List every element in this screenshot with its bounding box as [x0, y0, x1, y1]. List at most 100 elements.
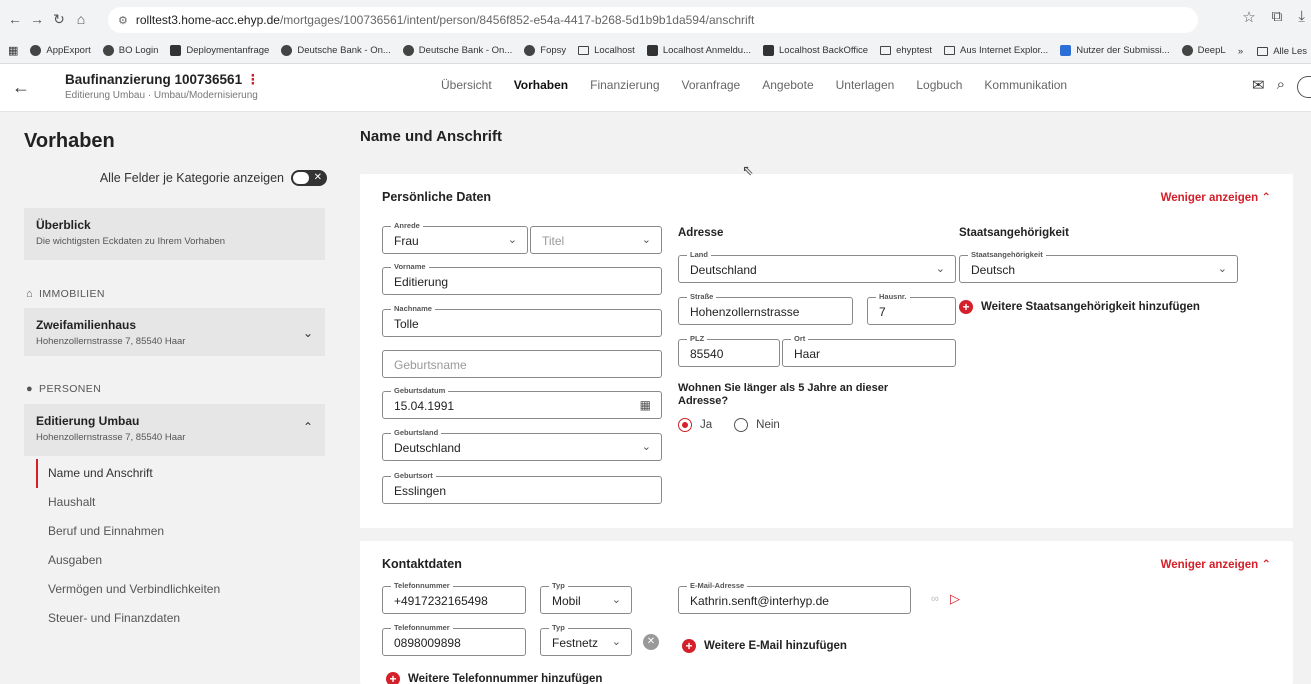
tab-kommunikation[interactable]: Kommunikation — [984, 78, 1067, 92]
all-bookmarks-item[interactable]: Alle Les — [1257, 46, 1307, 57]
app-icon — [646, 45, 658, 56]
bookmark-item[interactable]: DeepL — [1181, 45, 1226, 56]
bookmark-item[interactable]: Deutsche Bank - On... — [402, 45, 512, 56]
download-icon[interactable]: ⤓ — [1298, 8, 1305, 26]
subnav-name-und-anschrift[interactable]: Name und Anschrift — [36, 459, 325, 488]
app-header: ← Baufinanzierung 100736561 ⋮ Editierung … — [0, 64, 1311, 112]
bookmark-item[interactable]: Deutsche Bank - On... — [281, 45, 391, 56]
tab-vorhaben[interactable]: Vorhaben — [514, 78, 568, 92]
anrede-select[interactable]: Anrede Frau ⌄ — [382, 221, 528, 254]
back-arrow-icon[interactable]: ← — [12, 77, 30, 98]
tab-voranfrage[interactable]: Voranfrage — [682, 78, 741, 92]
add-phone-button[interactable]: + Weitere Telefonnummer hinzufügen — [386, 672, 602, 684]
radio-ja[interactable] — [678, 418, 692, 432]
subnav-vermoegen[interactable]: Vermögen und Verbindlichkeiten — [36, 575, 325, 604]
chevron-down-icon[interactable]: ⌄ — [303, 326, 313, 340]
avatar[interactable] — [1297, 76, 1311, 98]
bookmark-item[interactable]: Localhost Anmeldu... — [646, 45, 751, 56]
url-path: /mortgages/100736561/intent/person/8456f… — [279, 13, 755, 27]
tab-angebote[interactable]: Angebote — [762, 78, 813, 92]
back-icon[interactable]: ← — [4, 11, 26, 27]
bookmark-item[interactable]: Localhost — [578, 45, 635, 56]
tab-uebersicht[interactable]: Übersicht — [441, 78, 492, 92]
show-less-link[interactable]: Weniger anzeigen ⌃ — [1161, 190, 1271, 204]
main-content: Name und Anschrift Persönliche Daten Wen… — [343, 112, 1311, 684]
app-icon — [763, 45, 775, 56]
person-subnav: Name und Anschrift Haushalt Beruf und Ei… — [36, 456, 325, 633]
sidebar-title: Vorhaben — [24, 130, 115, 152]
chevron-up-icon[interactable]: ⌃ — [303, 420, 313, 434]
add-nationality-button[interactable]: + Weitere Staatsangehörigkeit hinzufügen — [959, 300, 1200, 314]
nationality-select[interactable]: Staatsangehörigkeit Deutsch ⌄ — [959, 250, 1238, 283]
bookmark-item[interactable]: Fopsy — [524, 45, 566, 56]
strasse-field[interactable]: Straße Hohenzollernstrasse — [678, 292, 853, 325]
tab-finanzierung[interactable]: Finanzierung — [590, 78, 659, 92]
link-icon[interactable]: ∞ — [931, 593, 939, 605]
geburtsland-select[interactable]: Geburtsland Deutschland ⌄ — [382, 428, 662, 461]
calendar-icon[interactable]: ▦ — [640, 398, 651, 412]
mail-icon[interactable]: ✉ — [1252, 76, 1265, 98]
bookmark-item[interactable]: ehyptest — [880, 45, 932, 56]
ort-field[interactable]: Ort Haar — [782, 334, 956, 367]
geburtsort-field[interactable]: Geburtsort Esslingen — [382, 471, 662, 504]
tab-unterlagen[interactable]: Unterlagen — [836, 78, 895, 92]
main-tabs: Übersicht Vorhaben Finanzierung Voranfra… — [441, 78, 1089, 92]
plz-field[interactable]: PLZ 85540 — [678, 334, 780, 367]
bookmark-item[interactable]: Deploymentanfrage — [170, 45, 269, 56]
bookmarks-overflow-button[interactable]: » — [1238, 46, 1243, 57]
land-select[interactable]: Land Deutschland ⌄ — [678, 250, 956, 283]
vorname-field[interactable]: Vorname Editierung — [382, 262, 662, 295]
bookmark-item[interactable]: BO Login — [102, 45, 158, 56]
property-address: Hohenzollernstrasse 7, 85540 Haar — [36, 336, 186, 347]
case-title: Baufinanzierung 100736561 ⋮ — [65, 72, 260, 87]
extensions-icon[interactable]: ⧉ — [1272, 8, 1283, 26]
globe-icon — [402, 45, 414, 56]
show-all-fields-toggle[interactable]: ✕ — [291, 170, 327, 186]
remove-phone-button[interactable]: ✕ — [643, 634, 659, 650]
phone2-field[interactable]: Telefonnummer 0898009898 — [382, 623, 526, 656]
titel-select[interactable]: Titel ⌄ — [530, 226, 662, 254]
radio-nein[interactable] — [734, 418, 749, 432]
mouse-cursor-icon: ⇖ — [742, 162, 754, 178]
subnav-ausgaben[interactable]: Ausgaben — [36, 546, 325, 575]
bookmark-item[interactable]: AppExport — [30, 45, 91, 56]
personal-data-title: Persönliche Daten — [382, 190, 492, 204]
tab-logbuch[interactable]: Logbuch — [916, 78, 962, 92]
phone1-type-select[interactable]: Typ Mobil ⌄ — [540, 581, 632, 614]
subnav-steuer-und-finanzdaten[interactable]: Steuer- und Finanzdaten — [36, 604, 325, 633]
show-all-fields-toggle-row: Alle Felder je Kategorie anzeigen ✕ — [100, 170, 327, 186]
geburtsdatum-field[interactable]: Geburtsdatum 15.04.1991 ▦ — [382, 386, 662, 419]
globe-icon — [102, 45, 114, 56]
person-card[interactable]: Editierung Umbau Hohenzollernstrasse 7, … — [24, 404, 325, 456]
subnav-haushalt[interactable]: Haushalt — [36, 488, 325, 517]
show-less-link[interactable]: Weniger anzeigen ⌃ — [1161, 557, 1271, 571]
app-icon — [1060, 45, 1072, 56]
site-info-icon[interactable]: ⚙ — [118, 14, 128, 27]
address-bar[interactable]: ⚙ rolltest3.home-acc.ehyp.de/mortgages/1… — [108, 7, 1198, 33]
reload-icon[interactable]: ↻ — [48, 11, 70, 28]
subnav-beruf-und-einnahmen[interactable]: Beruf und Einnahmen — [36, 517, 325, 546]
section-personen: ● PERSONEN — [26, 383, 102, 395]
bookmark-star-icon[interactable]: ☆ — [1242, 8, 1255, 26]
search-icon[interactable]: ⌕ — [1277, 76, 1285, 98]
property-card[interactable]: Zweifamilienhaus Hohenzollernstrasse 7, … — [24, 308, 325, 356]
overview-card[interactable]: Überblick Die wichtigsten Eckdaten zu Ih… — [24, 208, 325, 260]
contact-panel: Kontaktdaten Weniger anzeigen ⌃ Telefonn… — [360, 541, 1293, 684]
person-title: Editierung Umbau — [36, 414, 140, 428]
bookmark-item[interactable]: Localhost BackOffice — [763, 45, 868, 56]
geburtsname-field[interactable]: Geburtsname — [382, 350, 662, 378]
nachname-field[interactable]: Nachname Tolle — [382, 304, 662, 337]
apps-icon[interactable]: ▦ — [8, 44, 18, 57]
kebab-menu-icon[interactable]: ⋮ — [246, 72, 260, 87]
phone1-field[interactable]: Telefonnummer +4917232165498 — [382, 581, 526, 614]
bookmark-item[interactable]: Nutzer der Submissi... — [1060, 45, 1170, 56]
phone2-type-select[interactable]: Typ Festnetz ⌄ — [540, 623, 632, 656]
send-icon[interactable]: ▷ — [950, 591, 960, 607]
email-field[interactable]: E-Mail-Adresse Kathrin.senft@interhyp.de — [678, 581, 911, 614]
bookmark-item[interactable]: Aus Internet Explor... — [944, 45, 1048, 56]
forward-icon[interactable]: → — [26, 11, 48, 27]
add-email-button[interactable]: + Weitere E-Mail hinzufügen — [682, 639, 847, 653]
address-heading: Adresse — [678, 227, 724, 239]
hausnr-field[interactable]: Hausnr. 7 — [867, 292, 956, 325]
home-icon[interactable]: ⌂ — [70, 11, 92, 27]
